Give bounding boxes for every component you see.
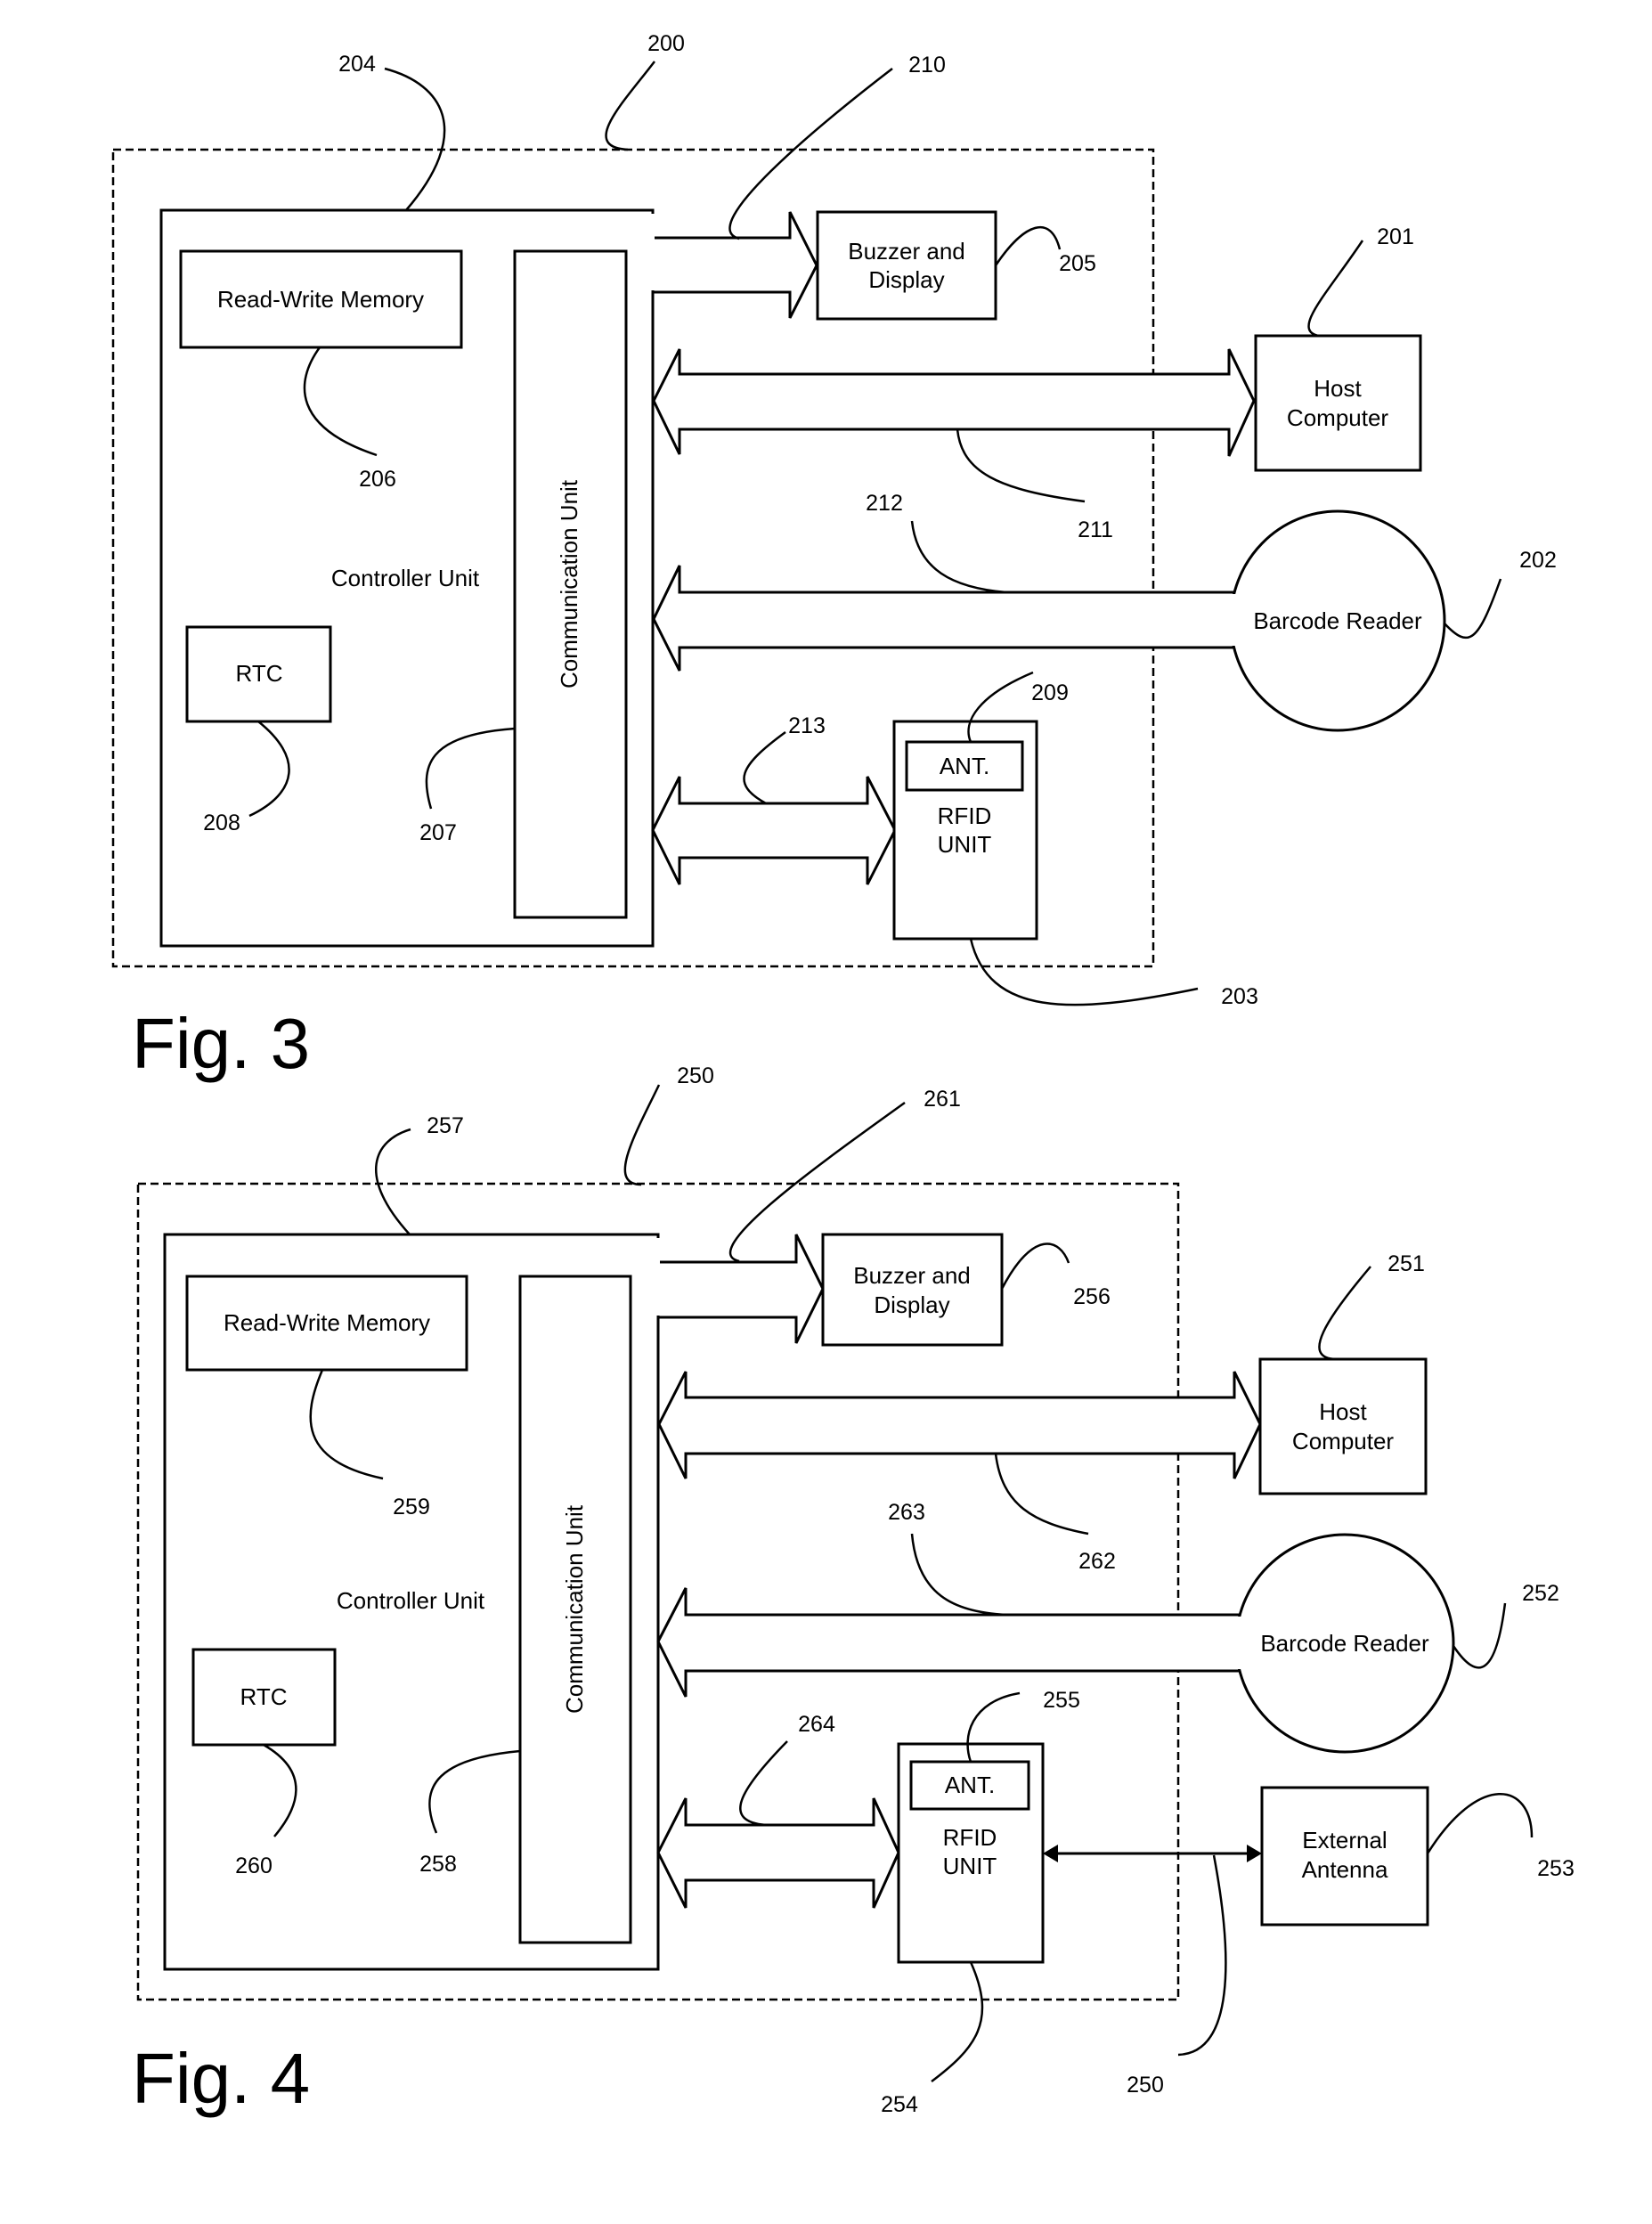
- leader-253: [1426, 1793, 1534, 1854]
- ref-264: 264: [798, 1712, 835, 1737]
- ref-206: 206: [359, 467, 396, 492]
- rfid-label-line2: UNIT: [943, 1853, 997, 1879]
- rfid-link-arrow: [656, 1797, 900, 1909]
- barcode-link-arrow: [652, 565, 1249, 672]
- external-antenna-label-line1: External: [1302, 1827, 1387, 1853]
- figure-4-title: Fig. 4: [132, 2039, 310, 2118]
- leader-201: [1307, 240, 1364, 338]
- leader-202: [1444, 578, 1502, 640]
- ref-250-top: 250: [677, 1063, 714, 1088]
- rfid-label-line1: RFID: [938, 802, 992, 829]
- ref-201: 201: [1377, 224, 1414, 249]
- ref-256: 256: [1073, 1284, 1111, 1309]
- ref-255: 255: [1043, 1688, 1080, 1713]
- rfid-link-arrow: [651, 776, 897, 885]
- host-label-line1: Host: [1319, 1398, 1367, 1425]
- rtc-label: RTC: [236, 660, 283, 687]
- controller-unit-label: Controller Unit: [337, 1587, 485, 1614]
- buzzer-arrow: [656, 1234, 825, 1344]
- external-antenna-label-line2: Antenna: [1302, 1856, 1388, 1883]
- leader-262: [994, 1453, 1089, 1536]
- leader-257: [375, 1128, 411, 1235]
- ref-200: 200: [647, 31, 685, 56]
- buzzer-label-line2: Display: [874, 1291, 949, 1318]
- figure-3: Controller Unit Read-Write Memory RTC Co…: [111, 31, 1557, 1083]
- antenna-label: ANT.: [945, 1772, 995, 1798]
- barcode-reader-label: Barcode Reader: [1253, 607, 1422, 634]
- buzzer-display-box: [821, 1233, 1004, 1347]
- ref-254: 254: [881, 2092, 918, 2117]
- communication-unit-label: Communication Unit: [556, 479, 582, 688]
- host-computer-box: [1254, 334, 1422, 472]
- controller-unit-label: Controller Unit: [331, 565, 480, 591]
- host-link-arrow: [652, 348, 1256, 457]
- buzzer-label-line2: Display: [868, 266, 944, 293]
- ref-257: 257: [427, 1113, 464, 1138]
- host-label-line1: Host: [1314, 375, 1362, 402]
- buzzer-arrow: [651, 211, 818, 319]
- arrowhead-right: [1247, 1845, 1262, 1862]
- ref-261: 261: [924, 1087, 961, 1112]
- barcode-reader-label: Barcode Reader: [1260, 1630, 1429, 1657]
- leader-250-bottom: [1177, 1854, 1227, 2057]
- ref-262: 262: [1078, 1549, 1116, 1574]
- ref-259: 259: [393, 1495, 430, 1519]
- read-write-memory-label: Read-Write Memory: [224, 1309, 430, 1336]
- ref-211: 211: [1078, 517, 1113, 542]
- leader-263: [910, 1533, 1007, 1617]
- leader-200: [605, 61, 655, 151]
- ref-250-bottom: 250: [1127, 2073, 1164, 2098]
- leader-203: [969, 938, 1199, 1006]
- leader-250-top: [623, 1084, 661, 1186]
- ref-207: 207: [419, 820, 457, 845]
- ref-212: 212: [866, 491, 903, 516]
- ref-204: 204: [338, 52, 376, 77]
- communication-unit-label: Communication Unit: [561, 1504, 588, 1714]
- ref-209: 209: [1031, 680, 1069, 705]
- ref-251: 251: [1388, 1251, 1425, 1276]
- figure-3-title: Fig. 3: [132, 1004, 310, 1083]
- leader-212: [910, 520, 1007, 594]
- arrowhead-left: [1043, 1845, 1058, 1862]
- host-label-line2: Computer: [1292, 1428, 1394, 1454]
- host-link-arrow: [657, 1371, 1262, 1479]
- leader-256: [1000, 1242, 1070, 1290]
- leader-264: [739, 1740, 788, 1827]
- leader-211: [956, 428, 1086, 503]
- leader-251: [1318, 1266, 1371, 1361]
- patent-drawing: Controller Unit Read-Write Memory RTC Co…: [111, 31, 1575, 2118]
- ref-252: 252: [1522, 1581, 1559, 1606]
- ref-203: 203: [1221, 984, 1258, 1009]
- leader-252: [1452, 1602, 1507, 1669]
- figure-4: Controller Unit Read-Write Memory RTC Co…: [132, 1063, 1575, 2118]
- host-computer-box: [1258, 1357, 1428, 1495]
- buzzer-display-box: [816, 210, 997, 321]
- ref-202: 202: [1519, 548, 1557, 573]
- leader-213: [743, 730, 786, 805]
- buzzer-label-line1: Buzzer and: [848, 238, 965, 265]
- ref-260: 260: [235, 1853, 273, 1878]
- antenna-label: ANT.: [940, 753, 989, 779]
- leader-205: [994, 225, 1062, 266]
- ref-263: 263: [888, 1500, 925, 1525]
- rfid-label-line1: RFID: [943, 1824, 997, 1851]
- leader-254: [931, 1961, 984, 2082]
- ref-258: 258: [419, 1852, 457, 1877]
- host-label-line2: Computer: [1287, 404, 1388, 431]
- read-write-memory-label: Read-Write Memory: [217, 286, 424, 313]
- ref-208: 208: [203, 811, 240, 835]
- ref-213: 213: [788, 713, 826, 738]
- buzzer-label-line1: Buzzer and: [853, 1262, 971, 1289]
- rfid-label-line2: UNIT: [938, 831, 992, 858]
- ref-253: 253: [1537, 1856, 1575, 1881]
- rtc-label: RTC: [240, 1683, 288, 1710]
- ref-205: 205: [1059, 251, 1096, 276]
- leader-204: [384, 67, 446, 211]
- ref-210: 210: [908, 53, 946, 77]
